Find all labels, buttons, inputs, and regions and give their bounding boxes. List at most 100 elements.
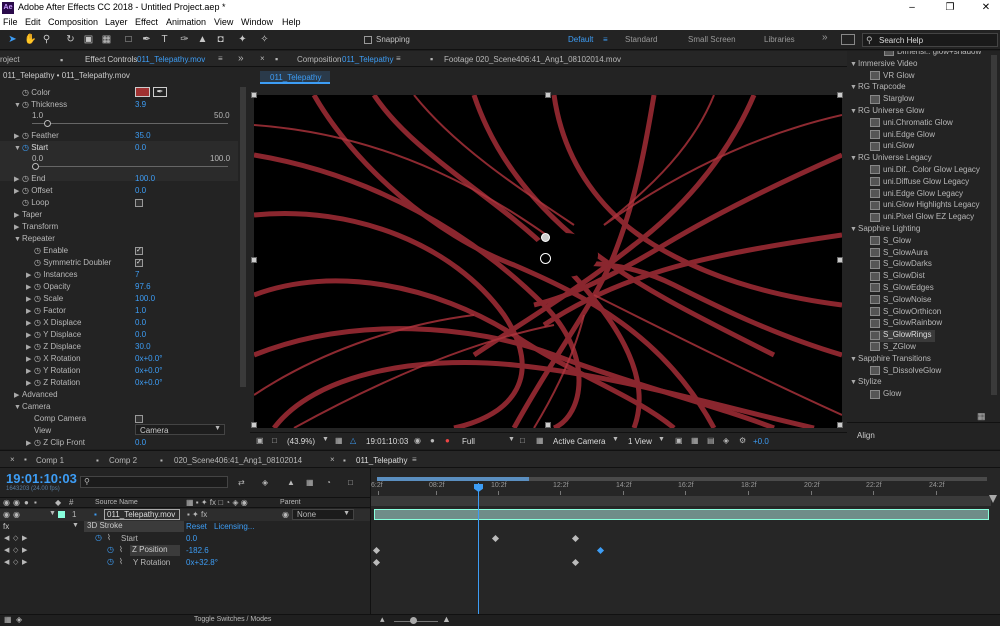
layer-duration-bar[interactable] bbox=[374, 509, 989, 520]
add-keyframe-icon[interactable]: ◇ bbox=[13, 558, 18, 566]
switches-icon[interactable]: ▦ ▪ ✦ fx □ ◔ ◈ ◉ bbox=[186, 498, 248, 507]
expand-arrow-icon[interactable]: ▼ bbox=[850, 356, 858, 363]
panel-menu-icon[interactable]: ≡ bbox=[396, 54, 401, 63]
workspace-menu-icon[interactable]: ≡ bbox=[603, 35, 608, 44]
label-icon[interactable]: ◆ bbox=[55, 498, 61, 507]
effect-group[interactable]: ▼Immersive Video bbox=[850, 59, 917, 71]
instances-value[interactable]: 7 bbox=[135, 270, 139, 281]
project-tab[interactable]: roject bbox=[0, 55, 20, 64]
exposure-value[interactable]: +0.0 bbox=[753, 437, 769, 446]
stopwatch-icon[interactable]: ◷ bbox=[34, 258, 41, 267]
effect-item[interactable]: uni.Chromatic Glow bbox=[870, 118, 953, 130]
comp-subtab[interactable]: 011_Telepathy bbox=[260, 71, 330, 84]
workspace-standard[interactable]: Standard bbox=[625, 35, 657, 44]
timeline-icon[interactable]: ▤ bbox=[707, 436, 715, 445]
layer-row[interactable]: ◉ ◉ ▼ 1 ▪ 011_Telepathy.mov ▪ ✦ fx ◉ Non… bbox=[0, 509, 370, 521]
lock-icon[interactable]: ▪ bbox=[430, 54, 433, 64]
toggle-switches-modes[interactable]: Toggle Switches / Modes bbox=[194, 616, 271, 623]
expand-switches-icon[interactable]: ◈ bbox=[16, 615, 22, 624]
factor-value[interactable]: 1.0 bbox=[135, 306, 146, 317]
effect-item[interactable]: S_GlowOrthicon bbox=[870, 307, 941, 319]
effect-controls-scrollbar[interactable] bbox=[240, 87, 246, 387]
effect-item[interactable]: S_DissolveGlow bbox=[870, 366, 941, 378]
preview-icon[interactable]: □ bbox=[272, 436, 277, 445]
render-queue-icon[interactable]: ▪ bbox=[96, 456, 99, 465]
toggle-pixel-aspect-icon[interactable]: ▣ bbox=[675, 436, 683, 445]
effect-group[interactable]: ▼RG Universe Legacy bbox=[850, 153, 932, 165]
stopwatch-icon[interactable]: ◷ bbox=[34, 342, 41, 351]
work-area-range[interactable] bbox=[377, 477, 529, 481]
prop-x-rotation[interactable]: ▶ ◷ X Rotation bbox=[26, 354, 81, 365]
effect-group[interactable]: ▼Sapphire Lighting bbox=[850, 224, 920, 236]
thickness-slider-handle[interactable] bbox=[44, 120, 51, 127]
eyedropper-icon[interactable]: ✒ bbox=[153, 87, 167, 97]
solo-icon[interactable]: ● bbox=[24, 498, 29, 507]
fx-icon[interactable]: fx bbox=[3, 522, 9, 531]
start-value[interactable]: 0.0 bbox=[135, 143, 146, 154]
effect-name[interactable]: 3D Stroke bbox=[84, 521, 184, 532]
viewer-timecode[interactable]: 19:01:10:03 bbox=[366, 437, 408, 446]
selection-tool-icon[interactable]: ➤ bbox=[6, 33, 19, 46]
effect-item[interactable]: S_GlowRings bbox=[870, 330, 936, 343]
keyframe[interactable] bbox=[372, 558, 381, 567]
start-slider[interactable] bbox=[32, 166, 228, 167]
prop-y-displace[interactable]: ▶ ◷ Y Displace bbox=[26, 330, 81, 341]
effect-item[interactable]: uni.Glow bbox=[870, 141, 914, 153]
zoom-level[interactable]: (43.9%) bbox=[287, 437, 315, 446]
stopwatch-icon[interactable]: ◷ bbox=[22, 100, 29, 109]
zoom-in-icon[interactable]: ▲ bbox=[442, 614, 451, 624]
parent-header[interactable]: Parent bbox=[280, 499, 301, 506]
parent-pickwhip-icon[interactable]: ◉ bbox=[282, 510, 289, 519]
footage-tab[interactable]: Footage 020_Scene406:41_Ang1_08102014.mo… bbox=[444, 55, 621, 64]
graph-icon[interactable]: ⌇ bbox=[119, 557, 123, 566]
expand-arrow-icon[interactable]: ▼ bbox=[850, 155, 858, 162]
end-value[interactable]: 100.0 bbox=[135, 174, 155, 185]
close-icon[interactable]: ✕ bbox=[974, 0, 998, 16]
comp-mini-icon[interactable]: ▦ bbox=[4, 615, 12, 624]
zoom-tool-icon[interactable]: ⚲ bbox=[40, 33, 53, 46]
stopwatch-icon[interactable]: ◷ bbox=[107, 545, 114, 554]
enable-checkbox[interactable] bbox=[135, 247, 143, 255]
keyframe[interactable] bbox=[491, 534, 500, 543]
stopwatch-icon[interactable]: ◷ bbox=[22, 186, 29, 195]
snapping-checkbox[interactable] bbox=[364, 36, 372, 44]
magnification-icon[interactable]: ▣ bbox=[256, 436, 264, 445]
composition-tab-name[interactable]: 011_Telepathy bbox=[342, 55, 393, 64]
lock-icon[interactable]: ▪ bbox=[34, 498, 37, 507]
layer-switches[interactable]: ▪ ✦ fx bbox=[187, 510, 207, 519]
audio-toggle-icon[interactable]: ◉ bbox=[13, 498, 20, 507]
expand-arrow-icon[interactable]: ▼ bbox=[850, 84, 858, 91]
maximize-icon[interactable]: ❐ bbox=[938, 0, 962, 16]
stopwatch-icon[interactable]: ◷ bbox=[34, 294, 41, 303]
opacity-value[interactable]: 97.6 bbox=[135, 282, 151, 293]
prev-keyframe-icon[interactable]: ◀ bbox=[4, 558, 9, 566]
property-row-start[interactable]: ◀ ◇ ▶ ◷ ⌇ Start 0.0 bbox=[0, 533, 370, 545]
exposure-icon[interactable]: ⚙ bbox=[739, 436, 746, 445]
property-row-z-position[interactable]: ◀ ◇ ▶ ◷ ⌇ Z Position -182.6 bbox=[0, 545, 370, 557]
prop-x-displace[interactable]: ▶ ◷ X Displace bbox=[26, 318, 81, 329]
z-clip-front-value[interactable]: 0.0 bbox=[135, 438, 146, 449]
comp-mini-flowchart-icon[interactable]: ⇄ bbox=[238, 478, 245, 487]
menu-animation[interactable]: Animation bbox=[166, 17, 206, 27]
prop-z-clip-front[interactable]: ▶ ◷ Z Clip Front bbox=[26, 438, 85, 449]
prop-y-rotation[interactable]: ▶ ◷ Y Rotation bbox=[26, 366, 80, 377]
scale-value[interactable]: 100.0 bbox=[135, 294, 155, 305]
minimize-icon[interactable]: – bbox=[900, 0, 924, 16]
clone-stamp-tool-icon[interactable]: ▲ bbox=[196, 33, 209, 46]
anchor-point-handle[interactable] bbox=[541, 233, 550, 242]
brush-tool-icon[interactable]: ✑ bbox=[178, 33, 191, 46]
bounds-handle-tr[interactable] bbox=[837, 92, 843, 98]
effect-licensing-link[interactable]: Licensing... bbox=[214, 522, 254, 531]
workspace-libraries[interactable]: Libraries bbox=[764, 35, 795, 44]
stopwatch-icon[interactable]: ◷ bbox=[107, 557, 114, 566]
more-panels-icon[interactable]: » bbox=[238, 53, 244, 64]
current-timecode[interactable]: 19:01:10:03 bbox=[6, 471, 77, 486]
source-name-header[interactable]: Source Name bbox=[95, 499, 138, 506]
stopwatch-icon[interactable]: ◷ bbox=[22, 143, 29, 152]
menu-window[interactable]: Window bbox=[241, 17, 273, 27]
layer-name[interactable]: 011_Telepathy.mov bbox=[104, 509, 180, 520]
lock-icon[interactable]: ▪ bbox=[60, 55, 63, 65]
fast-previews-icon[interactable]: ▦ bbox=[691, 436, 699, 445]
grid-icon[interactable]: ▦ bbox=[335, 436, 343, 445]
property-value[interactable]: -182.6 bbox=[186, 546, 209, 555]
